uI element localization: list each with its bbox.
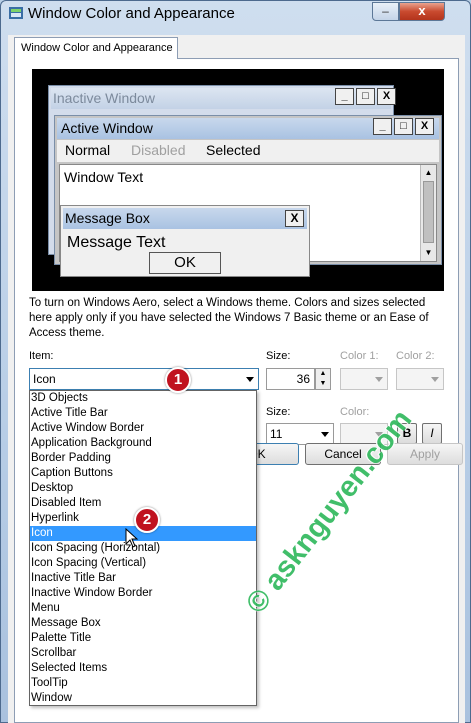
color-appearance-icon — [9, 7, 23, 19]
item-select[interactable]: Icon — [29, 368, 259, 390]
preview-area[interactable]: Inactive Window _ □ X Active Window _ □ … — [32, 69, 444, 291]
preview-maximize-icon: □ — [356, 88, 375, 105]
dropdown-option[interactable]: Icon Spacing (Horizontal) — [30, 541, 256, 556]
spin-up-icon[interactable]: ▲ — [316, 369, 330, 379]
step-badge-1: 1 — [165, 367, 191, 393]
dropdown-option[interactable]: Caption Buttons — [30, 466, 256, 481]
preview-close-icon: X — [285, 210, 304, 227]
size-label: Size: — [266, 350, 291, 362]
preview-close-icon: X — [377, 88, 396, 105]
preview-scrollbar[interactable]: ▲ ▼ — [420, 165, 436, 261]
font-size-select[interactable]: 11 — [266, 423, 334, 445]
size-spinner[interactable]: 36 ▲ ▼ — [266, 368, 332, 390]
preview-window-text: Window Text — [64, 169, 144, 185]
chevron-down-icon — [375, 377, 383, 382]
preview-message-box[interactable]: Message Box X Message Text OK — [60, 205, 310, 277]
font-size-label: Size: — [266, 406, 291, 418]
size-stepper[interactable]: ▲ ▼ — [315, 368, 331, 390]
preview-menu-disabled[interactable]: Disabled — [131, 142, 185, 158]
dropdown-option[interactable]: Palette Title — [30, 631, 256, 646]
preview-message-box-title: Message Box — [63, 208, 307, 229]
font-size-value: 11 — [270, 427, 283, 441]
mouse-cursor-icon — [125, 528, 139, 548]
dropdown-option[interactable]: 3D Objects — [30, 391, 256, 406]
dropdown-option[interactable]: Inactive Window Border — [30, 586, 256, 601]
preview-inactive-controls: _ □ X — [335, 88, 396, 105]
minimize-button[interactable]: ‒ — [372, 2, 399, 21]
dropdown-option[interactable]: Active Window Border — [30, 421, 256, 436]
preview-message-text: Message Text — [67, 234, 166, 251]
preview-minimize-icon: _ — [335, 88, 354, 105]
preview-ok-button[interactable]: OK — [149, 252, 221, 274]
dropdown-option[interactable]: Window — [30, 691, 256, 706]
item-dropdown-list[interactable]: 3D Objects Active Title Bar Active Window … — [29, 390, 257, 706]
preview-maximize-icon: □ — [394, 118, 413, 135]
color2-picker[interactable] — [396, 368, 444, 390]
italic-button[interactable]: I — [422, 423, 442, 444]
preview-close-icon: X — [415, 118, 434, 135]
chevron-down-icon — [321, 432, 329, 437]
dropdown-option[interactable]: Border Padding — [30, 451, 256, 466]
window-title: Window Color and Appearance — [28, 5, 235, 22]
color1-label: Color 1: — [340, 350, 379, 362]
item-label: Item: — [29, 350, 54, 362]
preview-menubar: Normal Disabled Selected — [57, 140, 439, 162]
preview-menu-normal[interactable]: Normal — [65, 142, 110, 158]
close-button[interactable]: x — [399, 2, 445, 21]
dropdown-option[interactable]: ToolTip — [30, 676, 256, 691]
spin-down-icon[interactable]: ▼ — [316, 379, 330, 389]
scroll-up-icon: ▲ — [424, 168, 433, 177]
dropdown-option[interactable]: Inactive Title Bar — [30, 571, 256, 586]
dropdown-option[interactable]: Message Box — [30, 616, 256, 631]
chevron-down-icon — [246, 377, 254, 382]
title-bar[interactable]: Window Color and Appearance ‒ x — [1, 1, 470, 28]
scroll-thumb — [423, 181, 434, 243]
color2-label: Color 2: — [396, 350, 435, 362]
dropdown-option[interactable]: Icon Spacing (Vertical) — [30, 556, 256, 571]
chevron-down-icon — [431, 377, 439, 382]
dropdown-option[interactable]: Selected Items — [30, 661, 256, 676]
scroll-down-icon: ▼ — [424, 248, 433, 257]
dropdown-option[interactable]: Application Background — [30, 436, 256, 451]
color1-picker[interactable] — [340, 368, 388, 390]
dropdown-option[interactable]: Desktop — [30, 481, 256, 496]
preview-menu-selected[interactable]: Selected — [206, 142, 260, 158]
tab-window-color-appearance[interactable]: Window Color and Appearance — [14, 37, 178, 59]
item-select-value: Icon — [33, 372, 56, 386]
preview-minimize-icon: _ — [373, 118, 392, 135]
dropdown-option[interactable]: Scrollbar — [30, 646, 256, 661]
info-text: To turn on Windows Aero, select a Window… — [29, 297, 429, 339]
size-input[interactable]: 36 — [266, 368, 315, 390]
preview-active-controls: _ □ X — [373, 118, 434, 135]
font-color-label: Color: — [340, 406, 370, 418]
dropdown-option[interactable]: Active Title Bar — [30, 406, 256, 421]
dropdown-option[interactable]: Menu — [30, 601, 256, 616]
